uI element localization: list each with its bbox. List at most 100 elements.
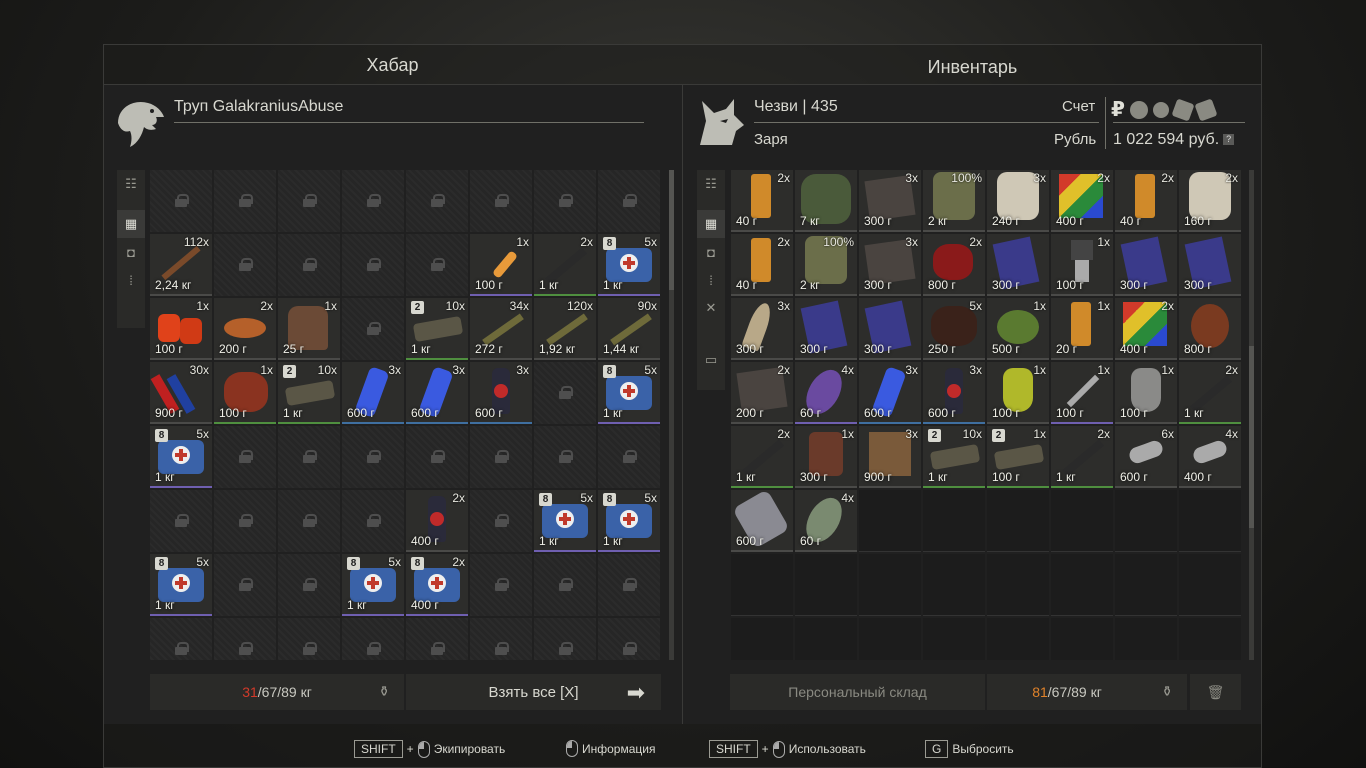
empty-slot[interactable] [1115,618,1177,660]
empty-slot[interactable] [731,554,793,616]
item-slot[interactable]: 1x 100 г [150,298,212,360]
empty-slot[interactable] [923,618,985,660]
personal-stash-button[interactable]: Персональный склад [730,674,985,710]
item-slot[interactable]: 4x 60 г [795,362,857,424]
item-slot[interactable]: 2x 400 г [1051,170,1113,232]
item-slot[interactable]: 5x 250 г [923,298,985,360]
compass-currency-icon[interactable] [1152,101,1169,118]
item-slot[interactable]: 2x 1 кг [534,234,596,296]
locked-slot[interactable] [150,170,212,232]
item-slot[interactable]: 3x 240 г [987,170,1049,232]
archive-box-icon[interactable]: ▭ [697,346,725,374]
item-slot[interactable]: 3x 300 г [859,170,921,232]
item-slot[interactable]: 34x 272 г [470,298,532,360]
locked-slot[interactable] [342,618,404,660]
item-slot[interactable]: 2x 40 г [731,170,793,232]
loot-scrollbar[interactable] [669,170,674,660]
item-slot[interactable]: 2x 160 г [1179,170,1241,232]
empty-slot[interactable] [987,618,1049,660]
locked-slot[interactable] [278,234,340,296]
inventory-scrollbar[interactable] [1249,170,1254,660]
locked-slot[interactable] [534,554,596,616]
item-slot[interactable]: 600 г [731,490,793,552]
item-slot[interactable]: 7 кг [795,170,857,232]
empty-slot[interactable] [1179,554,1241,616]
item-slot[interactable]: 300 г [859,298,921,360]
item-slot[interactable]: 100% 2 кг [923,170,985,232]
item-slot[interactable]: 8 5x 1 кг [534,490,596,552]
locked-slot[interactable] [342,298,404,360]
item-slot[interactable]: 1x 100 г [470,234,532,296]
take-all-button[interactable]: Взять все [X] ➡ [406,674,661,710]
item-slot[interactable]: 2 10x 1 кг [278,362,340,424]
locked-slot[interactable] [598,426,660,488]
item-slot[interactable]: 8 5x 1 кг [598,234,660,296]
locked-slot[interactable] [214,234,276,296]
empty-slot[interactable] [795,618,857,660]
item-slot[interactable]: 30x 900 г [150,362,212,424]
camera-icon[interactable]: ◘ [697,238,725,266]
item-slot[interactable]: 300 г [987,234,1049,296]
empty-slot[interactable] [731,618,793,660]
item-slot[interactable]: 1x 300 г [795,426,857,488]
locked-slot[interactable] [278,490,340,552]
locked-slot[interactable] [150,618,212,660]
locked-slot[interactable] [470,426,532,488]
item-slot[interactable]: 8 5x 1 кг [150,554,212,616]
item-slot[interactable]: 2x 200 г [731,362,793,424]
item-slot[interactable]: 1x 100 г [214,362,276,424]
item-slot[interactable]: 2x 40 г [731,234,793,296]
item-slot[interactable]: 8 5x 1 кг [342,554,404,616]
locked-slot[interactable] [214,618,276,660]
item-slot[interactable]: 800 г [1179,298,1241,360]
empty-slot[interactable] [1115,490,1177,552]
item-slot[interactable]: 2x 800 г [923,234,985,296]
ammo-filter-icon[interactable]: ⁞ [117,266,145,294]
empty-slot[interactable] [1051,554,1113,616]
item-slot[interactable]: 300 г [1179,234,1241,296]
item-slot[interactable]: 2x 400 г [406,490,468,552]
tools-icon[interactable]: ✕ [697,294,725,322]
locked-slot[interactable] [342,234,404,296]
item-slot[interactable]: 2x 1 кг [1051,426,1113,488]
locked-slot[interactable] [534,426,596,488]
locked-slot[interactable] [342,426,404,488]
item-slot[interactable]: 112x 2,24 кг [150,234,212,296]
locked-slot[interactable] [406,618,468,660]
item-slot[interactable]: 2 10x 1 кг [406,298,468,360]
item-slot[interactable]: 8 5x 1 кг [598,490,660,552]
locked-slot[interactable] [406,170,468,232]
empty-slot[interactable] [859,490,921,552]
item-slot[interactable]: 4x 60 г [795,490,857,552]
locked-slot[interactable] [470,170,532,232]
help-icon[interactable]: ? [1223,134,1235,146]
list-view-icon[interactable]: ☷ [697,170,725,198]
item-slot[interactable]: 2x 1 кг [1179,362,1241,424]
item-slot[interactable]: 3x 600 г [406,362,468,424]
item-slot[interactable]: 3x 600 г [342,362,404,424]
empty-slot[interactable] [795,554,857,616]
item-slot[interactable]: 2x 200 г [214,298,276,360]
item-slot[interactable]: 3x 300 г [731,298,793,360]
item-slot[interactable]: 6x 600 г [1115,426,1177,488]
locked-slot[interactable] [342,170,404,232]
item-slot[interactable]: 2x 400 г [1115,298,1177,360]
locked-slot[interactable] [470,618,532,660]
locked-slot[interactable] [214,170,276,232]
item-slot[interactable]: 1x 20 г [1051,298,1113,360]
locked-slot[interactable] [534,362,596,424]
ammo-filter-icon[interactable]: ⁞ [697,266,725,294]
item-slot[interactable]: 2x 1 кг [731,426,793,488]
item-slot[interactable]: 2 10x 1 кг [923,426,985,488]
item-slot[interactable]: 8 2x 400 г [406,554,468,616]
item-slot[interactable]: 8 5x 1 кг [598,362,660,424]
empty-slot[interactable] [1115,554,1177,616]
item-slot[interactable]: 300 г [795,298,857,360]
locked-slot[interactable] [278,170,340,232]
locked-slot[interactable] [470,490,532,552]
locked-slot[interactable] [214,554,276,616]
locked-slot[interactable] [470,554,532,616]
grid-view-icon[interactable]: ▦ [697,210,725,238]
empty-slot[interactable] [1179,618,1241,660]
grid-view-icon[interactable]: ▦ [117,210,145,238]
